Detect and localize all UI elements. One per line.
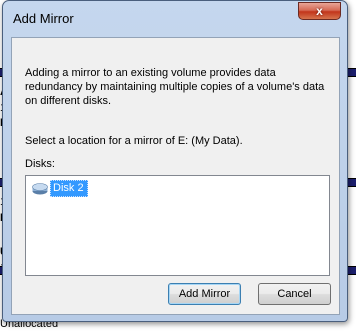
- add-mirror-dialog: Add Mirror x Adding a mirror to an exist…: [2, 0, 348, 322]
- dialog-description: Adding a mirror to an existing volume pr…: [25, 67, 325, 107]
- disk-list-item[interactable]: Disk 2: [32, 180, 88, 197]
- close-button[interactable]: x: [298, 2, 341, 20]
- cancel-button[interactable]: Cancel: [258, 283, 331, 305]
- disks-label: Disks:: [25, 158, 55, 170]
- close-icon: x: [316, 4, 323, 18]
- title-bar[interactable]: Add Mirror x: [3, 1, 347, 33]
- disk-icon: [32, 182, 48, 194]
- disk-label: Disk 2: [50, 180, 88, 197]
- dialog-content: Adding a mirror to an existing volume pr…: [11, 37, 340, 315]
- disks-list[interactable]: Disk 2: [25, 175, 330, 276]
- add-mirror-button[interactable]: Add Mirror: [168, 283, 241, 305]
- dialog-title: Add Mirror: [13, 11, 74, 26]
- mirror-location-prompt: Select a location for a mirror of E: (My…: [25, 135, 243, 147]
